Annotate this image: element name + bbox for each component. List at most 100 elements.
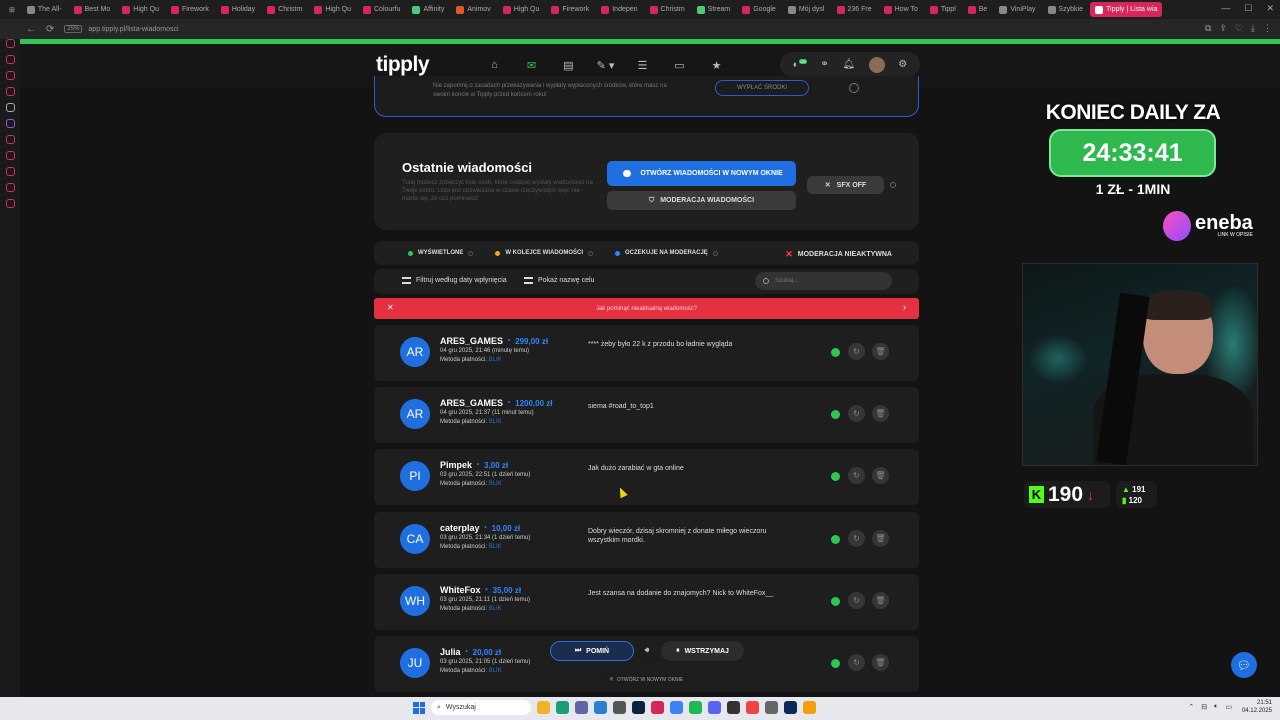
skip-help-alert[interactable]: ✕ Jak pominąć nieaktualną wiadomość? › xyxy=(374,298,919,319)
sfx-info-icon[interactable] xyxy=(890,182,896,188)
edit-icon[interactable]: ✎ ▾ xyxy=(587,56,624,74)
browser-tab[interactable]: Tippl xyxy=(925,2,961,17)
file-explorer-icon[interactable] xyxy=(537,701,550,714)
browser-tab[interactable]: Animov xyxy=(451,2,495,17)
open-messages-window-button[interactable]: OTWÓRZ WIADOMOŚCI W NOWYM OKNIE xyxy=(607,161,796,186)
network-icon[interactable]: ⊟ xyxy=(1201,703,1207,711)
speaker-icon[interactable]: 🔈︎ xyxy=(1214,703,1218,711)
extensions-icon[interactable]: ⧉ xyxy=(1205,23,1211,34)
photoshop-icon[interactable] xyxy=(784,701,797,714)
bell-icon[interactable]: 🔔︎ xyxy=(842,59,855,70)
browser-tab[interactable]: Firework xyxy=(546,2,594,17)
clock[interactable]: 21:51 04.12.2025 xyxy=(1242,699,1272,715)
messages-icon[interactable]: ✉ xyxy=(513,56,550,84)
volume-icon[interactable]: 🔊︎ xyxy=(639,641,655,661)
sidebar-app-icon[interactable] xyxy=(5,39,15,48)
windows-start-icon[interactable] xyxy=(413,701,425,714)
avatar[interactable] xyxy=(868,56,885,73)
browser-tab[interactable]: Mój dysl xyxy=(783,2,830,17)
home-icon[interactable]: ⌂ xyxy=(476,56,513,74)
moderation-button[interactable]: ⛉ MODERACJA WIADOMOŚCI xyxy=(607,191,796,210)
live-toggle-icon[interactable]: ◐ON xyxy=(793,58,807,70)
sidebar-app-icon[interactable] xyxy=(5,199,15,208)
taskbar-search[interactable]: ⌕ Wyszukaj xyxy=(431,700,531,715)
search-input[interactable]: Szukaj... xyxy=(755,272,892,290)
browser-tab[interactable]: Colourfu xyxy=(358,2,405,17)
browser-tab[interactable]: Firework xyxy=(166,2,214,17)
browser-tab[interactable]: 236 Fre xyxy=(832,2,877,17)
sidebar-app-icon[interactable] xyxy=(5,71,15,80)
app-icon[interactable] xyxy=(803,701,816,714)
browser-tab[interactable]: High Qu xyxy=(498,2,545,17)
share-icon[interactable]: ⇪ xyxy=(1219,23,1227,34)
star-icon[interactable]: ★ xyxy=(698,56,735,74)
browser-tab[interactable]: Tipply | Lista wia xyxy=(1090,2,1163,17)
settings-gear-icon[interactable]: ⚙ xyxy=(898,59,907,70)
teams-icon[interactable] xyxy=(575,701,588,714)
status-info-icon[interactable] xyxy=(588,250,594,256)
info-icon[interactable] xyxy=(849,83,859,93)
browser-tab[interactable]: Google xyxy=(737,2,781,17)
sidebar-app-icon[interactable] xyxy=(5,55,15,64)
window-icon[interactable]: ▭ xyxy=(661,56,698,74)
skip-button[interactable]: ⏭ POMIŃ xyxy=(550,641,634,661)
url-field[interactable]: 25% app.tipply.pl/lista-wiadomosci xyxy=(64,22,179,36)
list-icon[interactable]: ☰ xyxy=(624,56,661,74)
mail-icon[interactable] xyxy=(670,701,683,714)
back-icon[interactable]: ← xyxy=(26,24,36,35)
trash-icon[interactable]: 🗑︎ xyxy=(872,592,889,609)
filter-by-date[interactable]: Filtruj według daty wpłynięcia xyxy=(402,277,507,284)
trash-icon[interactable]: 🗑︎ xyxy=(872,654,889,671)
browser-tab[interactable]: Stream xyxy=(692,2,736,17)
browser-menu-icon[interactable]: ⊞ xyxy=(4,2,20,17)
favorite-icon[interactable]: ♡ xyxy=(1235,23,1243,34)
replay-icon[interactable]: ↻ xyxy=(848,592,865,609)
sidebar-app-icon[interactable] xyxy=(5,87,15,96)
minimize-icon[interactable]: — xyxy=(1221,3,1230,14)
opera-icon[interactable] xyxy=(651,701,664,714)
close-icon[interactable]: ✕ xyxy=(1266,3,1274,14)
browser-tab[interactable]: High Qu xyxy=(309,2,356,17)
menu-icon[interactable]: ⋮ xyxy=(1263,23,1272,34)
status-info-icon[interactable] xyxy=(712,250,718,256)
payout-button[interactable]: WYPŁAĆ ŚRODKI xyxy=(715,80,809,96)
browser-tab[interactable]: Szybkie xyxy=(1043,2,1089,17)
show-goal-name[interactable]: Pokaż nazwę celu xyxy=(524,277,594,284)
replay-icon[interactable]: ↻ xyxy=(848,654,865,671)
pause-button[interactable]: ⏸ WSTRZYMAJ xyxy=(661,641,744,661)
replay-icon[interactable]: ↻ xyxy=(848,343,865,360)
trash-icon[interactable]: 🗑︎ xyxy=(872,405,889,422)
browser-tab[interactable]: Christm xyxy=(645,2,690,17)
browser-tab[interactable]: High Qu xyxy=(117,2,164,17)
wallet-icon[interactable]: ▤ xyxy=(550,56,587,74)
support-chat-icon[interactable]: 💬︎ xyxy=(1231,652,1257,678)
tipply-logo[interactable]: tipply xyxy=(376,53,430,77)
browser-tab[interactable]: Affinity xyxy=(407,2,449,17)
reload-icon[interactable]: ⟳ xyxy=(46,24,54,35)
app-icon[interactable] xyxy=(765,701,778,714)
app-icon[interactable] xyxy=(746,701,759,714)
app-icon[interactable] xyxy=(594,701,607,714)
link-icon[interactable]: ⚭ xyxy=(820,59,828,70)
sidebar-app-icon[interactable] xyxy=(5,167,15,176)
obs-icon[interactable] xyxy=(727,701,740,714)
replay-icon[interactable]: ↻ xyxy=(848,405,865,422)
app-icon[interactable] xyxy=(632,701,645,714)
battery-icon[interactable]: ▭ xyxy=(1225,703,1232,711)
browser-tab[interactable]: Best Mo xyxy=(69,2,116,17)
trash-icon[interactable]: 🗑︎ xyxy=(872,530,889,547)
sidebar-app-icon[interactable] xyxy=(5,151,15,160)
app-icon[interactable] xyxy=(613,701,626,714)
chevron-up-icon[interactable]: ⌃ xyxy=(1188,703,1194,711)
edge-icon[interactable] xyxy=(556,701,569,714)
url-text[interactable]: app.tipply.pl/lista-wiadomosci xyxy=(88,26,178,33)
open-in-new-window-button[interactable]: ⇱ OTWÓRZ W NOWYM OKNIE xyxy=(600,673,693,686)
browser-tab[interactable]: Christm xyxy=(262,2,307,17)
browser-tab[interactable]: ViniPlay xyxy=(994,2,1040,17)
sidebar-app-icon[interactable] xyxy=(5,135,15,144)
browser-tab[interactable]: Be xyxy=(963,2,993,17)
status-info-icon[interactable] xyxy=(468,250,474,256)
spotify-icon[interactable] xyxy=(689,701,702,714)
replay-icon[interactable]: ↻ xyxy=(848,530,865,547)
discord-icon[interactable] xyxy=(708,701,721,714)
